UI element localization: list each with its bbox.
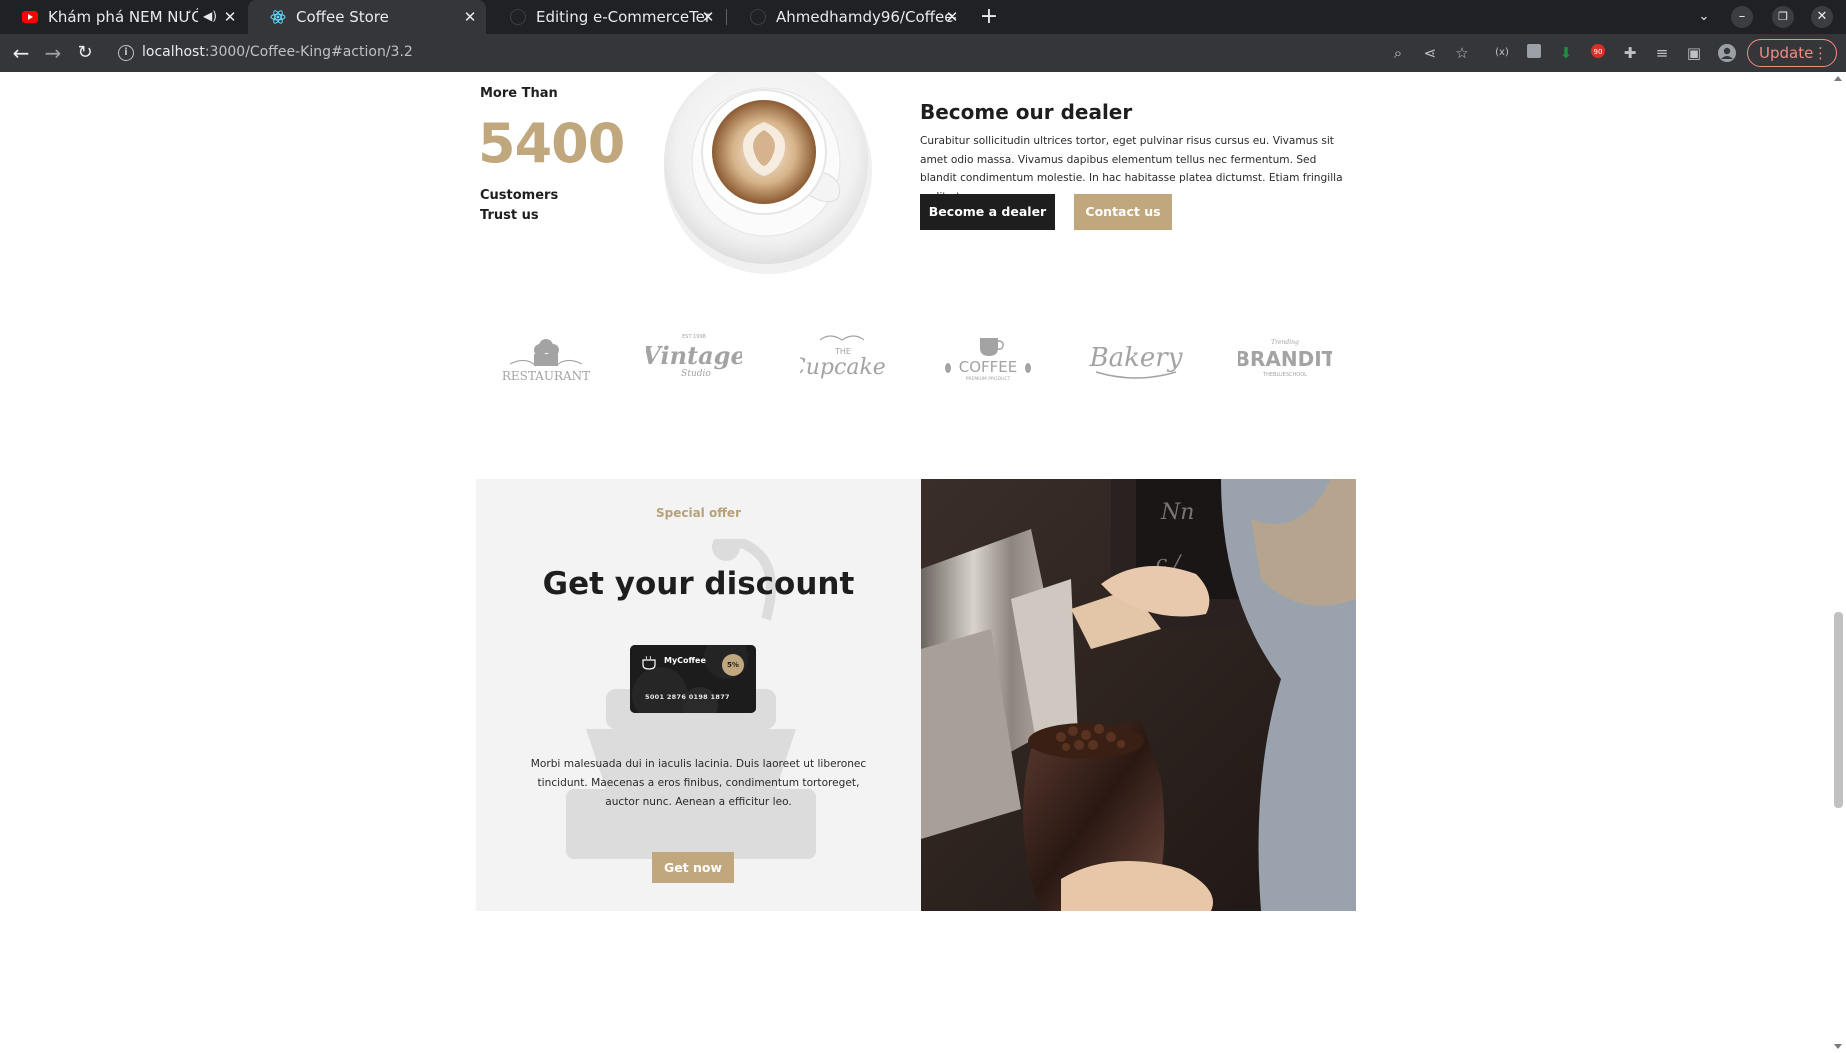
tab-youtube[interactable]: Khám phá NEM NƯỚNG ◀) ✕ — [0, 0, 246, 34]
close-tab-icon[interactable]: ✕ — [222, 9, 238, 25]
coffee-logo: COFFEE PREMIUM PRODUCT — [945, 338, 1031, 382]
page-viewport: More Than 5400 Customers Trust us Become… — [0, 72, 1846, 1053]
stats-suffix-line1: Customers — [480, 188, 559, 203]
logo-text: PREMIUM PRODUCT — [966, 376, 1011, 382]
side-panel-icon[interactable]: ▣ — [1684, 43, 1704, 63]
special-offer-eyebrow: Special offer — [655, 506, 741, 520]
discount-title: Get your discount — [542, 566, 855, 602]
tab-coffee-store[interactable]: Coffee Store ✕ — [248, 0, 486, 34]
url-path: :3000/Coffee-King#action/3.2 — [204, 44, 413, 60]
tab-title: Coffee Store — [296, 8, 389, 26]
brandit-logo: Trending BRANDIT THEBLUESCHOOL — [1238, 339, 1332, 378]
browser-tab-bar: Khám phá NEM NƯỚNG ◀) ✕ Coffee Store ✕ E… — [0, 0, 1846, 34]
url-text[interactable]: localhost:3000/Coffee-King#action/3.2 — [142, 44, 413, 60]
minimize-button[interactable]: – — [1731, 6, 1753, 28]
update-label: Update — [1759, 44, 1814, 62]
contact-us-button[interactable]: Contact us — [1074, 194, 1172, 230]
logo-text: EST 1998 — [682, 334, 706, 340]
download-extension-icon[interactable]: ⬇ — [1556, 43, 1576, 63]
tab-search-icon[interactable]: ⌄ — [1693, 6, 1715, 28]
become-dealer-button[interactable]: Become a dealer — [920, 194, 1055, 230]
speaker-icon[interactable]: ◀) — [203, 9, 217, 23]
stats-number: 5400 — [478, 112, 625, 175]
restore-button[interactable]: ❐ — [1772, 6, 1794, 28]
address-bar[interactable]: i localhost:3000/Coffee-King#action/3.2 — [108, 39, 1388, 67]
logo-text: Bakery — [1089, 343, 1183, 373]
bookmark-star-icon[interactable]: ☆ — [1452, 43, 1472, 63]
github-icon — [510, 9, 526, 25]
logo-text: Studio — [681, 369, 711, 379]
close-tab-icon[interactable]: ✕ — [944, 9, 960, 25]
stats-prefix: More Than — [480, 86, 558, 101]
forward-button[interactable]: → — [42, 42, 64, 64]
card-number: 5001 2876 0198 1877 — [645, 693, 730, 701]
barista-pouring-coffee-photo: Nn c / — [921, 479, 1356, 911]
back-button[interactable]: ← — [10, 42, 32, 64]
github-icon — [750, 9, 766, 25]
share-icon[interactable]: ⋖ — [1420, 43, 1440, 63]
react-icon — [270, 9, 286, 25]
logo-text: Vintage — [646, 341, 742, 370]
url-host: localhost — [142, 44, 205, 60]
logo-text: THEBLUESCHOOL — [1262, 372, 1307, 378]
stats-suffix-line2: Trust us — [480, 208, 539, 223]
new-tab-button[interactable]: + — [976, 4, 1002, 30]
offer-description: Morbi malesuada dui in iaculis lacinia. … — [530, 758, 867, 808]
logo-text: COFFEE — [959, 358, 1018, 376]
update-button[interactable]: Update ⋮ — [1747, 39, 1837, 67]
logo-text: BRANDIT — [1238, 347, 1332, 371]
browser-toolbar: ← → ↻ i localhost:3000/Coffee-King#actio… — [0, 34, 1846, 72]
vintage-logo: EST 1998 Vintage Studio — [646, 334, 742, 379]
tab-separator — [726, 9, 727, 25]
tab-github-editing[interactable]: Editing e-CommerceTemp ✕ — [488, 0, 724, 34]
puzzle-icon[interactable]: ✚ — [1620, 43, 1640, 63]
svg-text:Nn: Nn — [1160, 500, 1194, 525]
logo-text: RESTAURANT — [502, 369, 590, 383]
svg-text:90: 90 — [1594, 48, 1603, 56]
discount-card-image: MyCoffee 5% 5001 2876 0198 1877 — [630, 645, 756, 713]
logo-text: Trending — [1271, 339, 1299, 346]
logo-text: Cupcakes — [800, 355, 886, 380]
dealer-title: Become our dealer — [920, 100, 1133, 124]
coffee-cup-image — [664, 72, 872, 274]
menu-dots-icon: ⋮ — [1813, 44, 1828, 62]
extension-icon[interactable] — [1524, 43, 1544, 63]
blocker-extension-icon[interactable]: 90 — [1588, 43, 1608, 63]
close-tab-icon[interactable]: ✕ — [700, 9, 716, 25]
special-offer-panel: Special offer Get your discount MyCoffee… — [476, 479, 921, 911]
tab-github-repo[interactable]: Ahmedhamdy96/Coffee-K ✕ — [728, 0, 968, 34]
tab-title: Khám phá NEM NƯỚNG — [48, 8, 198, 26]
tab-title: Editing e-CommerceTemp — [536, 8, 710, 26]
card-percent-badge: 5% — [722, 654, 744, 676]
reload-button[interactable]: ↻ — [74, 42, 96, 64]
cupcakes-logo: THE Cupcakes — [800, 335, 886, 380]
get-now-button[interactable]: Get now — [652, 852, 734, 883]
scrollbar-thumb[interactable] — [1834, 612, 1843, 808]
restaurant-logo: RESTAURANT — [502, 339, 590, 383]
youtube-icon — [22, 9, 38, 25]
close-tab-icon[interactable]: ✕ — [462, 9, 478, 25]
coffee-cup-icon — [642, 655, 656, 670]
scroll-down-arrow-icon[interactable] — [1834, 1044, 1842, 1049]
site-info-icon[interactable]: i — [118, 45, 134, 61]
tab-title: Ahmedhamdy96/Coffee-K — [776, 8, 956, 26]
profile-avatar-icon[interactable] — [1717, 43, 1737, 63]
extension-icon[interactable]: (x) — [1492, 43, 1512, 63]
zoom-icon[interactable]: ⌕ — [1388, 43, 1408, 63]
card-brand: MyCoffee — [664, 656, 706, 665]
reading-list-icon[interactable]: ≡ — [1652, 43, 1672, 63]
scroll-up-arrow-icon[interactable] — [1834, 76, 1842, 81]
close-window-button[interactable]: ✕ — [1811, 6, 1833, 28]
bakery-logo: Bakery — [1089, 343, 1183, 379]
page-scrollbar[interactable] — [1831, 72, 1846, 1053]
stats-suffix: Customers Trust us — [480, 186, 558, 226]
